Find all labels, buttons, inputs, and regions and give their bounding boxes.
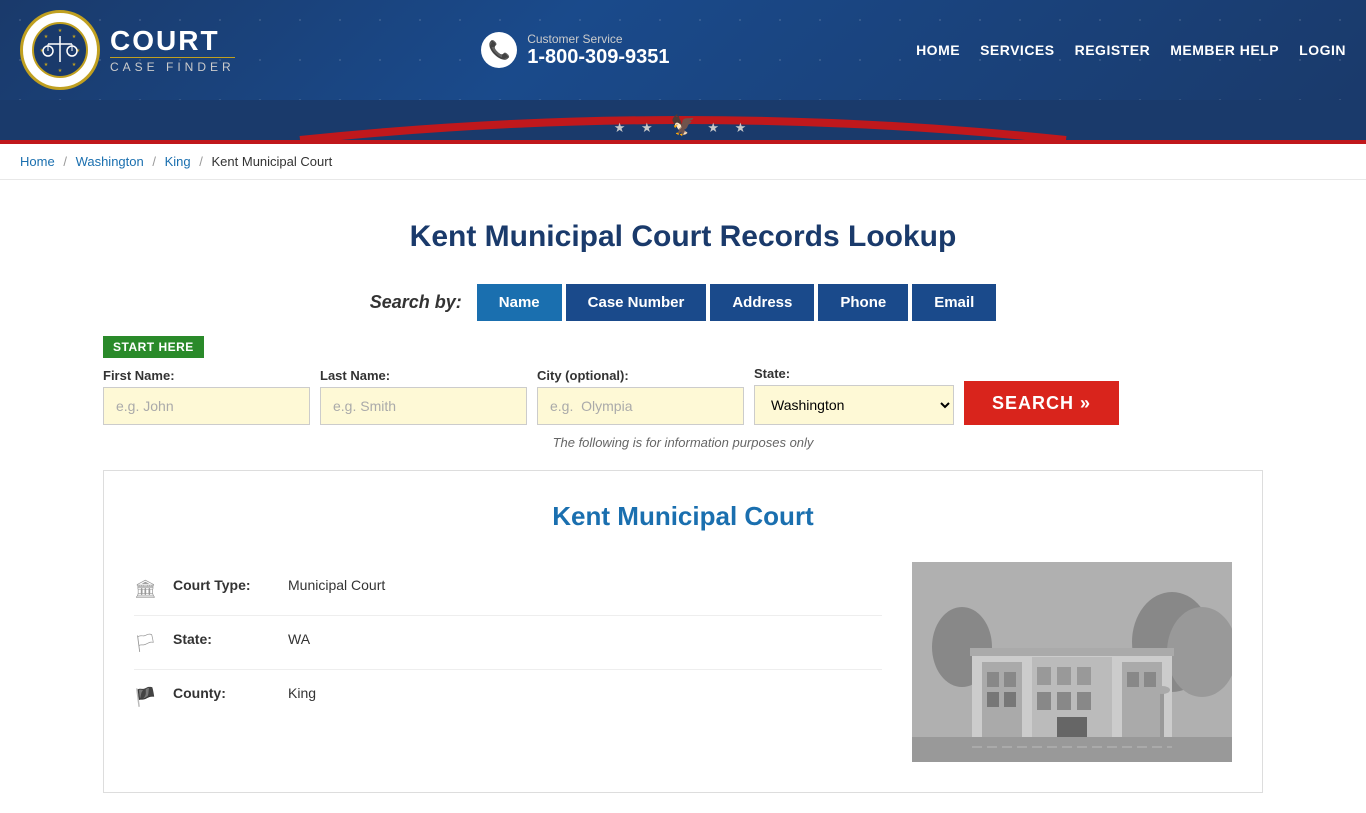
star-right: ★ ★	[707, 120, 752, 135]
court-type-label: Court Type:	[173, 577, 273, 593]
svg-text:★: ★	[44, 34, 49, 40]
court-type-row: 🏛 Court Type: Municipal Court	[134, 562, 882, 616]
breadcrumb: Home / Washington / King / Kent Municipa…	[0, 144, 1366, 180]
city-label: City (optional):	[537, 368, 744, 383]
phone-number: 1-800-309-9351	[527, 46, 669, 68]
svg-text:★: ★	[58, 68, 63, 74]
state-group: State: Washington Alabama Alaska Arizona…	[754, 366, 954, 425]
breadcrumb-sep-3: /	[199, 154, 203, 169]
site-header: ★ ★ ★ ★ ★ ★ ★ ★ COURT CASE FINDER	[0, 0, 1366, 100]
star-left: ★ ★	[614, 120, 659, 135]
breadcrumb-sep-2: /	[152, 154, 156, 169]
svg-text:★: ★	[58, 28, 63, 34]
page-title: Kent Municipal Court Records Lookup	[103, 220, 1263, 254]
tab-email[interactable]: Email	[912, 284, 996, 321]
city-group: City (optional):	[537, 368, 744, 425]
court-info-box: Kent Municipal Court 🏛 Court Type: Munic…	[103, 470, 1263, 793]
first-name-input[interactable]	[103, 387, 310, 425]
tab-case-number[interactable]: Case Number	[566, 284, 707, 321]
court-info-content: 🏛 Court Type: Municipal Court 🏳 State: W…	[134, 562, 1232, 762]
logo-shield: ★ ★ ★ ★ ★ ★ ★ ★	[20, 10, 100, 90]
search-form: First Name: Last Name: City (optional): …	[103, 366, 1263, 425]
breadcrumb-king[interactable]: King	[165, 154, 191, 169]
breadcrumb-washington[interactable]: Washington	[76, 154, 144, 169]
nav-member-help[interactable]: MEMBER HELP	[1170, 42, 1279, 59]
court-state-value: WA	[288, 631, 310, 647]
tab-address[interactable]: Address	[710, 284, 814, 321]
nav-services[interactable]: SERVICES	[980, 42, 1055, 59]
phone-info: Customer Service 1-800-309-9351	[527, 32, 669, 69]
logo-court-text: COURT	[110, 27, 235, 55]
last-name-group: Last Name:	[320, 368, 527, 425]
court-county-label: County:	[173, 685, 273, 701]
svg-text:★: ★	[72, 34, 77, 40]
building-icon: 🏛	[134, 579, 158, 600]
start-here-badge: START HERE	[103, 336, 1263, 366]
logo-text: COURT CASE FINDER	[110, 27, 235, 74]
court-details: 🏛 Court Type: Municipal Court 🏳 State: W…	[134, 562, 882, 762]
nav-register[interactable]: REGISTER	[1075, 42, 1151, 59]
tab-name[interactable]: Name	[477, 284, 562, 321]
breadcrumb-current: Kent Municipal Court	[212, 154, 333, 169]
search-button[interactable]: SEARCH »	[964, 381, 1119, 425]
last-name-label: Last Name:	[320, 368, 527, 383]
last-name-input[interactable]	[320, 387, 527, 425]
nav-home[interactable]: HOME	[916, 42, 960, 59]
flag-icon: 🏳	[134, 633, 158, 654]
eagle-area: ★ ★ 🦅 ★ ★	[614, 113, 753, 138]
state-select[interactable]: Washington Alabama Alaska Arizona Califo…	[754, 385, 954, 425]
svg-text:★: ★	[72, 62, 77, 68]
first-name-group: First Name:	[103, 368, 310, 425]
start-here-label: START HERE	[103, 336, 204, 358]
court-info-title: Kent Municipal Court	[134, 501, 1232, 532]
phone-icon: 📞	[481, 32, 517, 68]
header-arch-area: ★ ★ 🦅 ★ ★	[0, 100, 1366, 140]
svg-text:★: ★	[44, 62, 49, 68]
first-name-label: First Name:	[103, 368, 310, 383]
court-type-value: Municipal Court	[288, 577, 385, 593]
tab-phone[interactable]: Phone	[818, 284, 908, 321]
logo-svg: ★ ★ ★ ★ ★ ★ ★ ★	[30, 20, 90, 80]
search-by-label: Search by:	[370, 292, 462, 313]
court-image-svg	[912, 562, 1232, 762]
phone-area: 📞 Customer Service 1-800-309-9351	[481, 32, 669, 69]
state-label: State:	[754, 366, 954, 381]
court-county-row: 🏴 County: King	[134, 670, 882, 723]
map-icon: 🏴	[134, 687, 158, 708]
court-county-value: King	[288, 685, 316, 701]
city-input[interactable]	[537, 387, 744, 425]
logo-case-finder-text: CASE FINDER	[110, 57, 235, 74]
breadcrumb-home[interactable]: Home	[20, 154, 55, 169]
court-state-row: 🏳 State: WA	[134, 616, 882, 670]
breadcrumb-sep-1: /	[63, 154, 67, 169]
eagle-icon: 🦅	[671, 115, 696, 137]
info-text: The following is for information purpose…	[103, 435, 1263, 450]
court-image	[912, 562, 1232, 762]
logo-area: ★ ★ ★ ★ ★ ★ ★ ★ COURT CASE FINDER	[20, 10, 235, 90]
search-by-row: Search by: Name Case Number Address Phon…	[103, 284, 1263, 321]
nav-login[interactable]: LOGIN	[1299, 42, 1346, 59]
main-nav: HOME SERVICES REGISTER MEMBER HELP LOGIN	[916, 42, 1346, 59]
phone-label: Customer Service	[527, 32, 669, 46]
court-state-label: State:	[173, 631, 273, 647]
main-content: Kent Municipal Court Records Lookup Sear…	[83, 180, 1283, 813]
